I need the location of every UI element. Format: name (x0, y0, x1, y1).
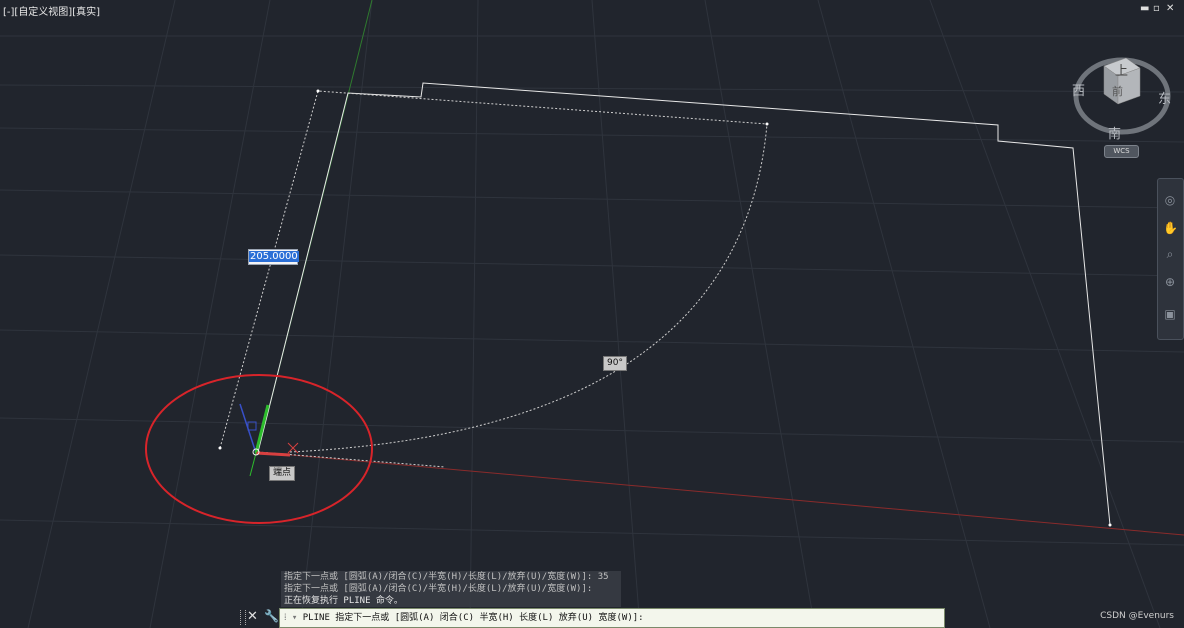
dynamic-length-value[interactable]: 205.0000 (249, 251, 299, 262)
history-line: 指定下一点或 [圆弧(A)/闭合(C)/半宽(H)/长度(L)/放弃(U)/宽度… (284, 572, 609, 582)
command-line-grip[interactable] (240, 610, 246, 625)
compass-west[interactable]: 西 (1072, 80, 1085, 99)
command-prompt: PLINE 指定下一点或 [圆弧(A) 闭合(C) 半宽(H) 长度(L) 放弃… (302, 613, 644, 623)
close-icon[interactable]: ✕ (1166, 4, 1174, 14)
drawing-viewport[interactable]: [-][自定义视图][真实] ▬ ▫ ✕ 205.0000 90° 端点 上 前… (0, 0, 1184, 628)
navigation-bar: ◎ ✋ ⌕ ⊕ ▣ (1157, 178, 1184, 340)
showmotion-icon[interactable]: ▣ (1163, 307, 1177, 321)
customize-wrench-icon[interactable]: 🔧 (264, 609, 279, 623)
model-space-canvas[interactable] (0, 0, 1184, 628)
x-axis-line (257, 451, 1184, 536)
command-prefix[interactable]: ⁞ ▾ (280, 613, 297, 623)
compass-south[interactable]: 南 (1108, 123, 1121, 142)
angle-arc (289, 123, 768, 453)
watermark: CSDN @Evenurs (1100, 611, 1174, 621)
compass-east[interactable]: 东 (1158, 88, 1171, 107)
minimize-icon[interactable]: ▬ (1140, 4, 1149, 14)
viewport-controls-label[interactable]: [-][自定义视图][真实] (3, 3, 100, 18)
dynamic-length-input[interactable]: 205.0000 (248, 249, 299, 265)
wcs-menu-button[interactable]: WCS (1104, 145, 1139, 158)
endpoint-snap-tooltip: 端点 (269, 466, 296, 481)
steering-wheel-icon[interactable]: ◎ (1163, 193, 1177, 207)
history-line: 指定下一点或 [圆弧(A)/闭合(C)/半宽(H)/长度(L)/放弃(U)/宽度… (284, 584, 593, 594)
close-command-line-icon[interactable]: ✕ (247, 609, 258, 624)
pline-outline[interactable] (257, 82, 1111, 526)
restore-icon[interactable]: ▫ (1153, 4, 1160, 14)
grid (0, 0, 1184, 628)
command-input[interactable]: ⁞ ▾ PLINE 指定下一点或 [圆弧(A) 闭合(C) 半宽(H) 长度(L… (279, 608, 945, 628)
viewcube-front-label[interactable]: 前 (1112, 83, 1123, 99)
command-line: ✕ 🔧 ⁞ ▾ PLINE 指定下一点或 [圆弧(A) 闭合(C) 半宽(H) … (240, 608, 945, 628)
pan-hand-icon[interactable]: ✋ (1163, 221, 1178, 235)
preview-segment (219, 90, 768, 449)
angle-tooltip: 90° (603, 356, 627, 371)
viewcube-top-label[interactable]: 上 (1115, 60, 1128, 79)
orbit-icon[interactable]: ⊕ (1163, 275, 1177, 289)
history-line: 正在恢复执行 PLINE 命令。 (284, 596, 403, 606)
zoom-icon[interactable]: ⌕ (1163, 247, 1177, 261)
command-history: 指定下一点或 [圆弧(A)/闭合(C)/半宽(H)/长度(L)/放弃(U)/宽度… (281, 571, 621, 607)
